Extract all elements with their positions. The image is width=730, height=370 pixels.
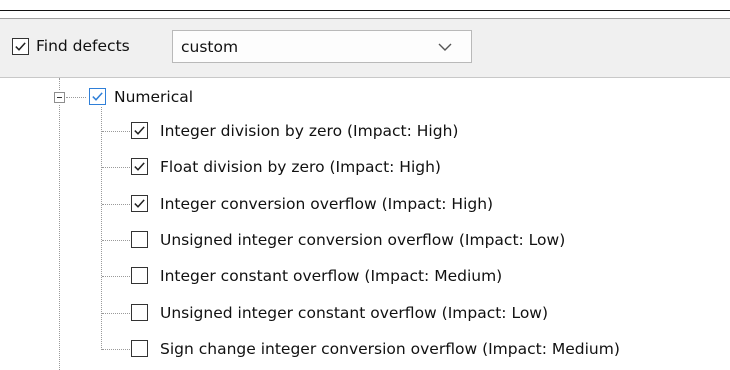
tree-line xyxy=(102,204,130,205)
defect-checkbox[interactable] xyxy=(131,231,148,248)
defect-label: Sign change integer conversion overflow … xyxy=(160,340,620,358)
tree-line xyxy=(102,313,130,314)
tree-line xyxy=(102,349,130,350)
checkmark-icon xyxy=(92,92,103,101)
defect-label: Unsigned integer constant overflow (Impa… xyxy=(160,304,549,322)
tree-line xyxy=(59,78,60,90)
defect-label: Integer conversion overflow (Impact: Hig… xyxy=(160,195,494,213)
tree-line xyxy=(102,240,130,241)
checkmark-icon xyxy=(134,162,145,171)
defect-label: Float division by zero (Impact: High) xyxy=(160,158,441,176)
tree-collapse-icon[interactable] xyxy=(54,92,65,103)
find-defects-checkbox[interactable] xyxy=(12,38,29,55)
tree-line xyxy=(66,97,86,98)
defect-checkbox[interactable] xyxy=(131,340,148,357)
defect-checkbox[interactable] xyxy=(131,267,148,284)
numerical-group-checkbox[interactable] xyxy=(89,88,106,105)
checkmark-icon xyxy=(134,126,145,135)
defect-checkbox[interactable] xyxy=(131,195,148,212)
defect-mode-value: custom xyxy=(181,38,239,56)
defect-checkbox[interactable] xyxy=(131,304,148,321)
defect-checkbox[interactable] xyxy=(131,122,148,139)
defect-mode-select[interactable]: custom xyxy=(172,30,472,63)
defect-checkbox[interactable] xyxy=(131,158,148,175)
tree-line xyxy=(102,276,130,277)
chevron-down-icon xyxy=(438,43,452,51)
defect-label: Integer division by zero (Impact: High) xyxy=(160,122,459,140)
checkmark-icon xyxy=(134,199,145,208)
checkmark-icon xyxy=(15,42,26,51)
numerical-group-label: Numerical xyxy=(114,88,194,106)
tree-line xyxy=(102,131,130,132)
tree-line xyxy=(102,167,130,168)
window-top-edge xyxy=(0,0,730,11)
tree-line xyxy=(59,105,60,370)
defect-label: Integer constant overflow (Impact: Mediu… xyxy=(160,267,503,285)
defect-label: Unsigned integer conversion overflow (Im… xyxy=(160,231,566,249)
find-defects-label: Find defects xyxy=(36,37,130,55)
